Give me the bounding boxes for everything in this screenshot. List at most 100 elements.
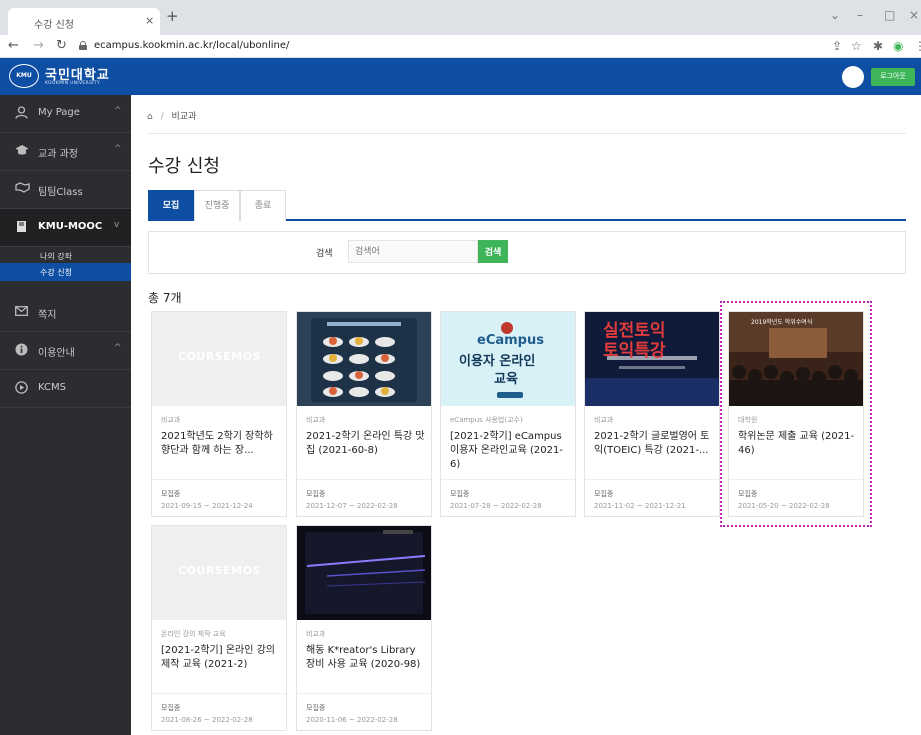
thumb-subtitle: 이용자 온라인 bbox=[459, 354, 536, 369]
envelope-icon bbox=[15, 305, 29, 319]
sidebar-item-label: My Page bbox=[38, 107, 80, 118]
chevron-up-icon: ^ bbox=[114, 144, 122, 154]
browser-tab-bar: 수강 신청 × + ⌄ – □ × bbox=[0, 0, 921, 35]
thumb-subtitle: 토익특강 bbox=[603, 341, 666, 361]
course-title[interactable]: 해동 K*reator's Library 장비 사용 교육 (2020-98) bbox=[306, 644, 426, 672]
course-title[interactable]: 2021-2학기 글로벌영어 토익(TOEIC) 특강 (2021-... bbox=[594, 430, 714, 458]
course-category: 비교과 bbox=[306, 630, 326, 638]
sidebar-item-label: KMU-MOOC bbox=[38, 221, 103, 232]
tab-in-progress[interactable]: 진행중 bbox=[194, 190, 240, 221]
extensions-icon[interactable]: ✱ bbox=[873, 39, 883, 53]
divider bbox=[297, 693, 431, 694]
sidebar-subitem-enrollment[interactable]: 수강 신청 bbox=[0, 263, 131, 281]
sidebar-item-label: KCMS bbox=[38, 382, 66, 393]
play-circle-icon bbox=[15, 381, 29, 395]
sidebar-item-kcms[interactable]: KCMS bbox=[0, 370, 131, 408]
course-category: 비교과 bbox=[306, 416, 326, 424]
course-title[interactable]: 2021-2학기 온라인 특강 맛집 (2021-60-8) bbox=[306, 430, 426, 458]
logo-emblem[interactable]: KMU bbox=[9, 64, 39, 88]
course-title[interactable]: [2021-2학기] eCampus 이용자 온라인교육 (2021-6) bbox=[450, 430, 570, 472]
forward-icon[interactable]: → bbox=[33, 38, 44, 53]
tab-close-icon[interactable]: × bbox=[145, 14, 154, 27]
course-thumbnail-printer bbox=[297, 526, 431, 620]
sidebar-item-kmu-mooc[interactable]: KMU-MOOC v bbox=[0, 209, 131, 247]
app-header: KMU 국민대학교 KOOKMIN UNIVERSITY bbox=[0, 58, 921, 95]
course-thumbnail-ecampus: eCampus 이용자 온라인 교육 bbox=[441, 312, 575, 406]
tab-ended[interactable]: 종료 bbox=[240, 190, 286, 221]
search-panel: 검색 검색 bbox=[148, 231, 906, 274]
course-thumbnail-food bbox=[297, 312, 431, 406]
course-status: 모집중 bbox=[161, 490, 181, 498]
sidebar-item-my-page[interactable]: My Page ^ bbox=[0, 95, 131, 133]
reload-icon[interactable]: ↻ bbox=[56, 38, 67, 53]
sidebar-item-guide[interactable]: 이용안내 ^ bbox=[0, 332, 131, 370]
home-icon[interactable]: ⌂ bbox=[147, 112, 153, 122]
breadcrumb-separator: / bbox=[160, 112, 164, 122]
course-category: 비교과 bbox=[161, 416, 181, 424]
share-icon[interactable]: ⇪ bbox=[832, 39, 842, 53]
window-close-icon[interactable]: × bbox=[909, 8, 919, 22]
course-card[interactable]: eCampus 이용자 온라인 교육 eCampus 사용법(교수) [2021… bbox=[440, 311, 576, 517]
logo-subtitle: KOOKMIN UNIVERSITY bbox=[45, 81, 100, 86]
course-card[interactable]: 비교과 해동 K*reator's Library 장비 사용 교육 (2020… bbox=[296, 525, 432, 731]
new-tab-icon[interactable]: + bbox=[166, 9, 179, 24]
sidebar-item-label: 교과 과정 bbox=[38, 149, 78, 160]
divider bbox=[585, 479, 719, 480]
course-dates: 2021-07-28 ~ 2022-02-28 bbox=[450, 502, 542, 510]
avatar[interactable] bbox=[842, 66, 864, 88]
course-category: 비교과 bbox=[594, 416, 614, 424]
sidebar-item-messages[interactable]: 쪽지 bbox=[0, 294, 131, 332]
course-thumbnail-placeholder: COURSEMOS bbox=[152, 312, 286, 406]
sidebar-item-label: 이용안내 bbox=[38, 348, 75, 359]
course-category: eCampus 사용법(교수) bbox=[450, 416, 523, 424]
profile-icon[interactable]: ◉ bbox=[893, 39, 903, 53]
chevron-down-icon: v bbox=[114, 220, 120, 230]
sidebar-item-teamclass[interactable]: 팀팀Class bbox=[0, 171, 131, 209]
course-dates: 2021-08-26 ~ 2022-02-28 bbox=[161, 716, 253, 724]
sidebar-item-label: 쪽지 bbox=[38, 310, 57, 321]
placeholder-text: COURSEMOS bbox=[178, 350, 261, 363]
sidebar-item-label: 팀팀Class bbox=[38, 187, 83, 198]
maximize-icon[interactable]: □ bbox=[884, 8, 895, 22]
course-status: 모집중 bbox=[161, 704, 181, 712]
placeholder-text: COURSEMOS bbox=[178, 564, 261, 577]
thumb-title: eCampus bbox=[477, 333, 544, 348]
search-button[interactable]: 검색 bbox=[478, 240, 508, 263]
menu-icon[interactable]: ⋮ bbox=[914, 39, 921, 53]
result-count: 총 7개 bbox=[148, 291, 182, 305]
course-card[interactable]: 실전토익 토익특강 비교과 2021-2학기 글로벌영어 토익(TOEIC) 특… bbox=[584, 311, 720, 517]
minimize-icon[interactable]: – bbox=[857, 8, 863, 22]
sidebar-subitem-label: 수강 신청 bbox=[40, 268, 72, 277]
sidebar-item-curriculum[interactable]: 교과 과정 ^ bbox=[0, 133, 131, 171]
tab-recruiting[interactable]: 모집 bbox=[148, 190, 194, 221]
breadcrumb: ⌂ / 비교과 bbox=[147, 109, 196, 122]
divider bbox=[297, 479, 431, 480]
search-input[interactable] bbox=[348, 240, 478, 263]
status-tabs: 모집 진행중 종료 bbox=[148, 190, 906, 221]
sidebar-subitem-my-courses[interactable]: 나의 강좌 bbox=[0, 247, 131, 263]
course-card[interactable]: 비교과 2021-2학기 온라인 특강 맛집 (2021-60-8) 모집중 2… bbox=[296, 311, 432, 517]
info-icon bbox=[15, 343, 29, 357]
sidebar-subitem-label: 나의 강좌 bbox=[40, 252, 72, 261]
course-dates: 2021-12-07 ~ 2022-02-28 bbox=[306, 502, 398, 510]
tab-search-icon[interactable]: ⌄ bbox=[830, 8, 840, 22]
divider bbox=[441, 479, 575, 480]
course-title[interactable]: [2021-2학기] 온라인 강의 제작 교육 (2021-2) bbox=[161, 644, 281, 672]
url-field[interactable]: ecampus.kookmin.ac.kr/local/ubonline/ bbox=[94, 40, 289, 51]
course-title[interactable]: 2021학년도 2학기 장학하향단과 함께 하는 장... bbox=[161, 430, 281, 458]
graduation-cap-icon bbox=[15, 144, 29, 158]
course-thumbnail-placeholder: COURSEMOS bbox=[152, 526, 286, 620]
logout-button[interactable]: 로그아웃 bbox=[871, 68, 915, 86]
course-card[interactable]: COURSEMOS 온라인 강의 제작 교육 [2021-2학기] 온라인 강의… bbox=[151, 525, 287, 731]
breadcrumb-current[interactable]: 비교과 bbox=[172, 112, 197, 122]
divider bbox=[152, 693, 286, 694]
thumb-subtitle-2: 교육 bbox=[494, 372, 518, 387]
back-icon[interactable]: ← bbox=[8, 38, 19, 53]
address-bar: ← → ↻ ecampus.kookmin.ac.kr/local/ubonli… bbox=[0, 35, 921, 58]
browser-tab[interactable]: 수강 신청 × bbox=[8, 8, 160, 35]
course-card[interactable]: COURSEMOS 비교과 2021학년도 2학기 장학하향단과 함께 하는 장… bbox=[151, 311, 287, 517]
course-dates: 2021-11-02 ~ 2021-12-21 bbox=[594, 502, 686, 510]
bookmark-star-icon[interactable]: ☆ bbox=[851, 39, 862, 53]
course-dates: 2021-09-15 ~ 2021-12-24 bbox=[161, 502, 253, 510]
course-dates: 2020-11-06 ~ 2022-02-28 bbox=[306, 716, 398, 724]
